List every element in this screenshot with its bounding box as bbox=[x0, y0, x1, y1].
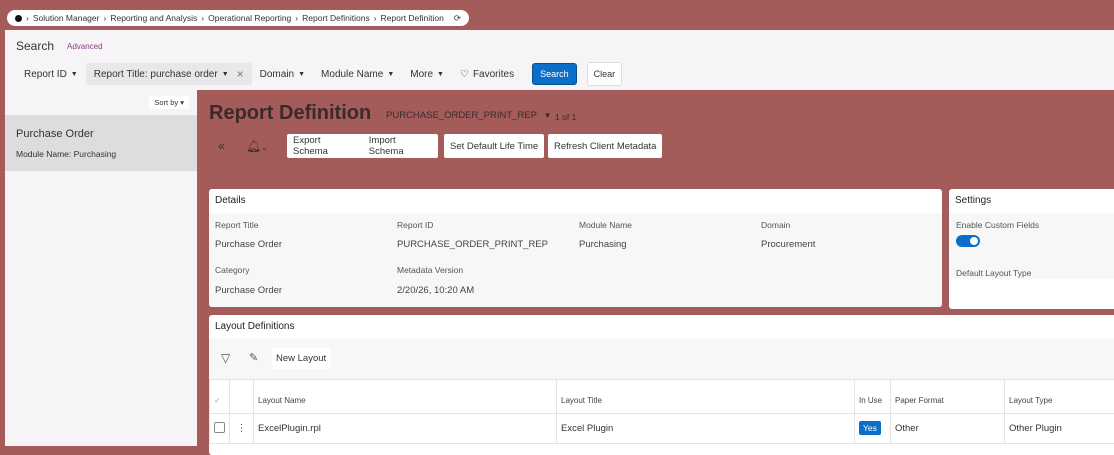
chevron-down-icon: ▼ bbox=[298, 71, 305, 78]
filter-report-title[interactable]: Report Title: purchase order▼× bbox=[86, 63, 252, 85]
crumb-operational[interactable]: Operational Reporting bbox=[208, 13, 291, 23]
refresh-icon[interactable]: ⟳ bbox=[454, 13, 461, 24]
sort-by-button[interactable]: Sort by ▾ bbox=[149, 96, 189, 109]
crumb-solution-manager[interactable]: Solution Manager bbox=[33, 13, 100, 23]
record-selector[interactable]: PURCHASE_ORDER_PRINT_REP ▼ bbox=[386, 110, 551, 121]
col-paper-format[interactable]: Paper Format bbox=[891, 380, 1005, 414]
table-row[interactable]: ⋮ ExcelPlugin.rpl Excel Plugin Yes Other… bbox=[210, 414, 1114, 444]
edit-icon[interactable]: ✎ bbox=[249, 351, 258, 364]
col-layout-name[interactable]: Layout Name bbox=[254, 380, 557, 414]
filter-more[interactable]: More▼ bbox=[402, 63, 452, 85]
home-icon[interactable] bbox=[15, 15, 22, 22]
page-title: Report Definition bbox=[209, 102, 371, 125]
clear-button[interactable]: Clear bbox=[587, 62, 623, 86]
favorites-button[interactable]: ♡Favorites bbox=[452, 63, 522, 85]
col-layout-title[interactable]: Layout Title bbox=[557, 380, 855, 414]
chevron-down-icon: ▼ bbox=[543, 111, 551, 120]
enable-custom-fields-toggle[interactable] bbox=[956, 235, 980, 247]
import-schema-button[interactable]: Import Schema bbox=[369, 135, 432, 157]
default-layout-type-field[interactable] bbox=[956, 280, 1114, 304]
advanced-link[interactable]: Advanced bbox=[67, 42, 103, 51]
pager: 1 of 1 bbox=[555, 112, 576, 122]
chevron-down-icon: ▼ bbox=[437, 71, 444, 78]
col-layout-type[interactable]: Layout Type bbox=[1005, 380, 1114, 414]
search-panel: Search Advanced Report ID▼ Report Title:… bbox=[5, 30, 1114, 90]
chevron-down-icon: ▼ bbox=[222, 71, 229, 78]
search-button[interactable]: Search bbox=[532, 63, 577, 85]
schema-toolbar: Export Schema Import Schema bbox=[287, 134, 438, 158]
filter-icon[interactable]: ▽ bbox=[221, 351, 230, 365]
set-default-life-time-button[interactable]: Set Default Life Time bbox=[444, 134, 544, 158]
crumb-reporting[interactable]: Reporting and Analysis bbox=[110, 13, 197, 23]
list-item[interactable]: Purchase Order Module Name: Purchasing bbox=[5, 115, 197, 171]
results-list: Sort by ▾ Purchase Order Module Name: Pu… bbox=[5, 90, 197, 446]
layouts-table: ✓ Layout Name Layout Title In Use Paper … bbox=[209, 379, 1114, 444]
heart-icon: ♡ bbox=[460, 69, 469, 80]
layout-definitions-card: Layout Definitions ▽ ✎ New Layout ✓ Layo… bbox=[209, 315, 1114, 455]
filter-module-name[interactable]: Module Name▼ bbox=[313, 63, 402, 85]
top-bar: ›Solution Manager ›Reporting and Analysi… bbox=[0, 0, 1114, 30]
new-layout-button[interactable]: New Layout bbox=[272, 348, 330, 369]
bell-icon[interactable]: 🔔︎⌄ bbox=[246, 139, 268, 153]
chevron-down-icon: ▼ bbox=[387, 71, 394, 78]
col-in-use[interactable]: In Use bbox=[855, 380, 891, 414]
filter-domain[interactable]: Domain▼ bbox=[252, 63, 313, 85]
crumb-report-definitions[interactable]: Report Definitions bbox=[302, 13, 370, 23]
collapse-icon[interactable]: « bbox=[218, 139, 225, 153]
chevron-down-icon: ▼ bbox=[71, 71, 78, 78]
settings-card: Settings Enable Custom Fields Default La… bbox=[949, 189, 1114, 309]
search-title: Search bbox=[16, 39, 54, 53]
select-all-checkbox[interactable]: ✓ bbox=[210, 380, 230, 414]
refresh-client-metadata-button[interactable]: Refresh Client Metadata bbox=[548, 134, 662, 158]
export-schema-button[interactable]: Export Schema bbox=[293, 135, 357, 157]
in-use-badge: Yes bbox=[859, 421, 881, 435]
crumb-report-definition: Report Definition bbox=[381, 13, 444, 23]
filter-report-id[interactable]: Report ID▼ bbox=[16, 63, 86, 85]
row-checkbox[interactable] bbox=[214, 422, 225, 433]
row-menu-icon[interactable]: ⋮ bbox=[230, 414, 254, 444]
close-icon[interactable]: × bbox=[237, 67, 244, 81]
details-card: Details Report Title Purchase Order Repo… bbox=[209, 189, 942, 307]
breadcrumb: ›Solution Manager ›Reporting and Analysi… bbox=[7, 10, 469, 26]
